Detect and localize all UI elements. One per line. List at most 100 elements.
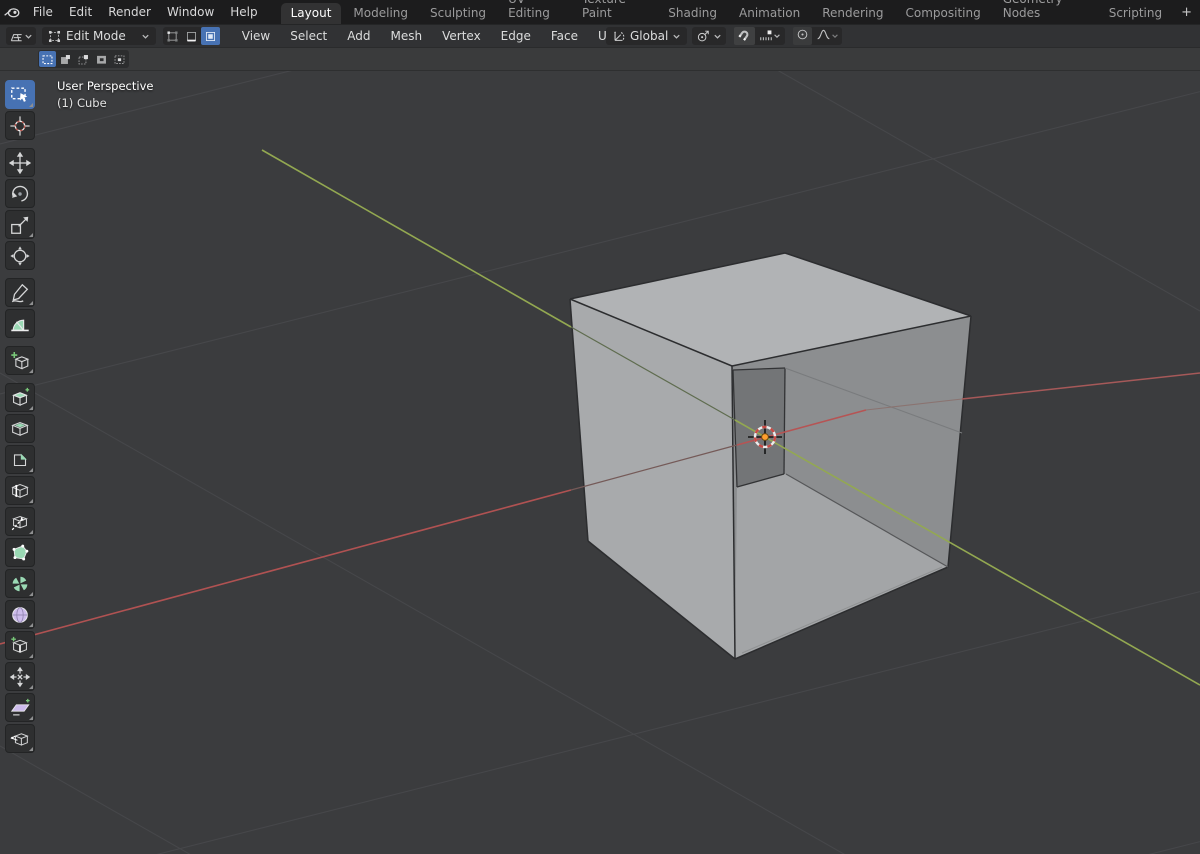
blender-logo-icon[interactable] bbox=[0, 3, 25, 21]
tool-poly-build-button[interactable] bbox=[5, 538, 35, 567]
tool-spin-button[interactable] bbox=[5, 569, 35, 598]
falloff-curve-icon bbox=[816, 28, 831, 44]
tool-shrink-fatten-button[interactable] bbox=[5, 662, 35, 691]
tab-animation[interactable]: Animation bbox=[729, 3, 810, 24]
editor-3d-viewport-icon bbox=[9, 29, 24, 44]
snapping-group bbox=[734, 27, 785, 45]
x-axis-bright-right bbox=[962, 373, 1200, 399]
menu-view[interactable]: View bbox=[232, 27, 280, 45]
tab-rendering[interactable]: Rendering bbox=[812, 3, 893, 24]
tool-rip-region-button[interactable] bbox=[5, 724, 35, 753]
pivot-point-dropdown[interactable] bbox=[692, 27, 726, 45]
mode-set-button[interactable] bbox=[39, 51, 56, 67]
tool-scale-button[interactable] bbox=[5, 210, 35, 239]
tool-rotate-button[interactable] bbox=[5, 179, 35, 208]
grid-line bbox=[0, 842, 1200, 854]
chevron-down-icon bbox=[24, 32, 33, 41]
tool-settings-bar bbox=[0, 47, 1200, 71]
main-menus: FileEditRenderWindowHelp bbox=[25, 3, 266, 21]
mode-subtract-button[interactable] bbox=[75, 51, 92, 67]
tool-annotate-button[interactable] bbox=[5, 278, 35, 307]
tool-loop-cut-button[interactable] bbox=[5, 476, 35, 505]
chevron-down-icon bbox=[713, 32, 722, 41]
mode-dropdown[interactable]: Edit Mode bbox=[42, 27, 156, 45]
orientation-icon bbox=[612, 29, 626, 43]
add-workspace-button[interactable]: + bbox=[1173, 2, 1200, 23]
menu-face[interactable]: Face bbox=[541, 27, 588, 45]
edge-select-button[interactable] bbox=[182, 27, 201, 45]
object-name-label: (1) Cube bbox=[57, 96, 107, 110]
chevron-down-icon bbox=[773, 29, 781, 43]
tab-compositing[interactable]: Compositing bbox=[896, 3, 991, 24]
tool-extrude-region-button[interactable] bbox=[5, 383, 35, 412]
proportional-edit-toggle[interactable] bbox=[793, 27, 812, 45]
select-box-mode-group bbox=[38, 50, 129, 68]
snap-increment-icon bbox=[759, 28, 773, 45]
menu-edge[interactable]: Edge bbox=[491, 27, 541, 45]
tool-cursor-3d-button[interactable] bbox=[5, 111, 35, 140]
top-bar: FileEditRenderWindowHelp LayoutModelingS… bbox=[0, 0, 1200, 24]
grid-line bbox=[0, 71, 1200, 144]
proportional-edit-group bbox=[793, 27, 842, 45]
snap-toggle-button[interactable] bbox=[734, 27, 755, 45]
tool-shear-button[interactable] bbox=[5, 693, 35, 722]
transform-snap-cluster: Global bbox=[606, 27, 842, 45]
tab-geometry-nodes[interactable]: Geometry Nodes bbox=[993, 0, 1097, 24]
chevron-down-icon bbox=[141, 32, 150, 41]
tab-modeling[interactable]: Modeling bbox=[343, 3, 418, 24]
transform-orientation-dropdown[interactable]: Global bbox=[606, 27, 687, 45]
menu-help[interactable]: Help bbox=[222, 3, 265, 21]
tool-edge-slide-button[interactable] bbox=[5, 631, 35, 660]
menu-render[interactable]: Render bbox=[100, 3, 159, 21]
tool-group-indicator bbox=[29, 369, 33, 373]
menu-select[interactable]: Select bbox=[280, 27, 337, 45]
menu-file[interactable]: File bbox=[25, 3, 61, 21]
tool-smooth-button[interactable] bbox=[5, 600, 35, 629]
mode-intersect-button[interactable] bbox=[111, 51, 128, 67]
tool-knife-button[interactable] bbox=[5, 507, 35, 536]
tool-transform-button[interactable] bbox=[5, 241, 35, 270]
tab-scripting[interactable]: Scripting bbox=[1099, 3, 1172, 24]
tool-group-indicator bbox=[29, 592, 33, 596]
tool-group-indicator bbox=[29, 685, 33, 689]
tab-uv-editing[interactable]: UV Editing bbox=[498, 0, 570, 24]
tool-select-box-button[interactable] bbox=[5, 80, 35, 109]
tool-shelf bbox=[5, 80, 37, 755]
pivot-icon bbox=[696, 29, 710, 43]
face-select-button[interactable] bbox=[201, 27, 220, 45]
tab-layout[interactable]: Layout bbox=[281, 3, 342, 24]
3d-viewport[interactable]: User Perspective (1) Cube bbox=[0, 71, 1200, 854]
menu-mesh[interactable]: Mesh bbox=[381, 27, 433, 45]
tool-bevel-button[interactable] bbox=[5, 445, 35, 474]
mode-invert-button[interactable] bbox=[93, 51, 110, 67]
tool-group-indicator bbox=[29, 499, 33, 503]
tool-move-button[interactable] bbox=[5, 148, 35, 177]
tool-add-cube-button[interactable] bbox=[5, 346, 35, 375]
tool-inset-faces-button[interactable] bbox=[5, 414, 35, 443]
tab-sculpting[interactable]: Sculpting bbox=[420, 3, 496, 24]
cube-far-wall-interior[interactable] bbox=[733, 368, 785, 487]
mode-extend-button[interactable] bbox=[57, 51, 74, 67]
grid-line bbox=[0, 71, 1200, 311]
tool-group-indicator bbox=[29, 233, 33, 237]
viewport-header: Edit Mode ViewSelectAddMeshVertexEdgeFac… bbox=[0, 24, 1200, 47]
viewport-canvas[interactable] bbox=[0, 71, 1200, 854]
menu-vertex[interactable]: Vertex bbox=[432, 27, 491, 45]
mode-dropdown-label: Edit Mode bbox=[66, 29, 126, 43]
menu-edit[interactable]: Edit bbox=[61, 3, 100, 21]
menu-add[interactable]: Add bbox=[337, 27, 380, 45]
tool-measure-button[interactable] bbox=[5, 309, 35, 338]
tool-group-indicator bbox=[29, 301, 33, 305]
vertex-select-button[interactable] bbox=[163, 27, 182, 45]
viewport-menus: ViewSelectAddMeshVertexEdgeFaceUV bbox=[232, 27, 625, 45]
tool-group-indicator bbox=[29, 468, 33, 472]
editor-type-selector[interactable] bbox=[6, 27, 36, 45]
snap-settings-dropdown[interactable] bbox=[755, 27, 785, 45]
falloff-dropdown[interactable] bbox=[812, 27, 842, 45]
tab-texture-paint[interactable]: Texture Paint bbox=[572, 0, 656, 24]
tab-shading[interactable]: Shading bbox=[658, 3, 727, 24]
tool-group-indicator bbox=[29, 747, 33, 751]
tool-group-indicator bbox=[29, 103, 33, 107]
menu-window[interactable]: Window bbox=[159, 3, 222, 21]
grid-line bbox=[0, 592, 1200, 854]
